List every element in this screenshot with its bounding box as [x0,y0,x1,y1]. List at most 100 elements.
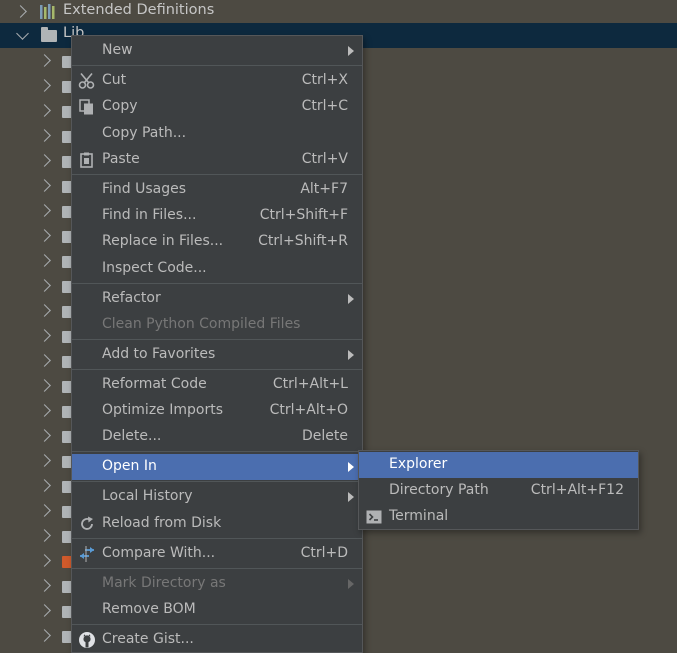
shortcut-label: Delete [302,428,348,444]
chevron-right-icon[interactable] [38,329,51,342]
menu-item-create-gist[interactable]: Create Gist... [72,627,362,653]
menu-separator [72,538,362,539]
menu-item-label: Delete... [102,428,162,444]
menu-item-paste[interactable]: Paste Ctrl+V [72,147,362,173]
menu-item-label: Paste [102,151,140,167]
menu-item-label: Find in Files... [102,207,197,223]
submenu-arrow-icon [348,350,354,360]
chevron-right-icon[interactable] [38,154,51,167]
submenu-arrow-icon [348,46,354,56]
chevron-right-icon[interactable] [38,379,51,392]
menu-item-reload-from-disk[interactable]: Reload from Disk [72,511,362,537]
menu-item-label: Optimize Imports [102,402,223,418]
chevron-right-icon[interactable] [38,429,51,442]
menu-item-label: Create Gist... [102,631,194,647]
chevron-right-icon[interactable] [38,79,51,92]
chevron-right-icon[interactable] [38,579,51,592]
github-icon [78,631,96,649]
submenu-item-terminal[interactable]: Terminal [359,504,638,530]
menu-item-label: Replace in Files... [102,233,224,249]
shortcut-label: Ctrl+X [301,72,348,88]
chevron-down-icon[interactable] [16,27,29,40]
open-in-submenu: Explorer Directory Path Ctrl+Alt+F12 Ter… [358,450,639,530]
chevron-right-icon[interactable] [38,529,51,542]
menu-item-new[interactable]: New [72,38,362,64]
chevron-right-icon[interactable] [38,554,51,567]
menu-item-add-to-favorites[interactable]: Add to Favorites [72,342,362,368]
chevron-right-icon[interactable] [38,479,51,492]
chevron-right-icon[interactable] [38,129,51,142]
menu-item-reformat-code[interactable]: Reformat Code Ctrl+Alt+L [72,372,362,398]
menu-item-label: Compare With... [102,545,216,561]
menu-item-open-in[interactable]: Open In [72,454,362,480]
chevron-right-icon[interactable] [38,179,51,192]
shortcut-label: Ctrl+D [300,545,348,561]
menu-item-find-in-files[interactable]: Find in Files... Ctrl+Shift+F [72,203,362,229]
tree-item-label: Extended Definitions [63,2,215,18]
menu-item-label: Explorer [389,456,448,472]
menu-item-label: Copy Path... [102,125,187,141]
submenu-arrow-icon [348,462,354,472]
shortcut-label: Ctrl+C [301,98,348,114]
menu-item-copy-path[interactable]: Copy Path... [72,121,362,147]
shortcut-label: Ctrl+Alt+F12 [530,482,624,498]
menu-item-compare-with[interactable]: Compare With... Ctrl+D [72,541,362,567]
menu-item-label: Directory Path [389,482,489,498]
shortcut-label: Ctrl+Shift+F [259,207,348,223]
menu-item-label: Add to Favorites [102,346,216,362]
menu-item-find-usages[interactable]: Find Usages Alt+F7 [72,177,362,203]
menu-item-label: Clean Python Compiled Files [102,316,301,332]
menu-item-copy[interactable]: Copy Ctrl+C [72,94,362,120]
menu-separator [72,339,362,340]
menu-item-label: New [102,42,133,58]
chevron-right-icon[interactable] [38,629,51,642]
menu-item-label: Terminal [389,508,449,524]
chevron-right-icon[interactable] [38,104,51,117]
chevron-right-icon[interactable] [38,354,51,367]
menu-item-label: Refactor [102,290,161,306]
submenu-arrow-icon [348,579,354,589]
chevron-right-icon[interactable] [38,454,51,467]
menu-separator [72,283,362,284]
chevron-right-icon[interactable] [38,404,51,417]
submenu-item-explorer[interactable]: Explorer [359,452,638,478]
menu-item-clean-python-compiled-files: Clean Python Compiled Files [72,312,362,338]
tree-item-extended-definitions[interactable]: Extended Definitions [0,0,677,25]
chevron-right-icon[interactable] [38,279,51,292]
shortcut-label: Alt+F7 [300,181,348,197]
menu-item-optimize-imports[interactable]: Optimize Imports Ctrl+Alt+O [72,398,362,424]
submenu-arrow-icon [348,492,354,502]
chevron-right-icon[interactable] [38,229,51,242]
copy-icon [78,98,96,116]
menu-item-local-history[interactable]: Local History [72,484,362,510]
menu-item-remove-bom[interactable]: Remove BOM [72,597,362,623]
chevron-right-icon[interactable] [38,254,51,267]
chevron-right-icon[interactable] [38,504,51,517]
terminal-icon [365,508,383,526]
menu-item-label: Mark Directory as [102,575,226,591]
menu-item-delete[interactable]: Delete... Delete [72,424,362,450]
menu-item-label: Local History [102,488,193,504]
chevron-right-icon[interactable] [38,204,51,217]
menu-item-replace-in-files[interactable]: Replace in Files... Ctrl+Shift+R [72,229,362,255]
chevron-right-icon[interactable] [14,5,27,18]
compare-icon [78,545,96,563]
clipboard-icon [78,151,96,169]
menu-item-cut[interactable]: Cut Ctrl+X [72,68,362,94]
scissors-icon [78,72,96,90]
menu-item-inspect-code[interactable]: Inspect Code... [72,256,362,282]
menu-item-refactor[interactable]: Refactor [72,286,362,312]
context-menu: New Cut Ctrl+X Copy Ctrl+C Copy Path... … [71,35,363,653]
chevron-right-icon[interactable] [38,54,51,67]
submenu-item-directory-path[interactable]: Directory Path Ctrl+Alt+F12 [359,478,638,504]
shortcut-label: Ctrl+Shift+R [258,233,348,249]
menu-separator [72,481,362,482]
chevron-right-icon[interactable] [38,304,51,317]
shortcut-label: Ctrl+V [301,151,348,167]
chevron-right-icon[interactable] [38,604,51,617]
shortcut-label: Ctrl+Alt+O [269,402,348,418]
menu-item-label: Cut [102,72,127,88]
menu-item-mark-directory-as: Mark Directory as [72,571,362,597]
shortcut-label: Ctrl+Alt+L [272,376,348,392]
menu-item-label: Reformat Code [102,376,207,392]
